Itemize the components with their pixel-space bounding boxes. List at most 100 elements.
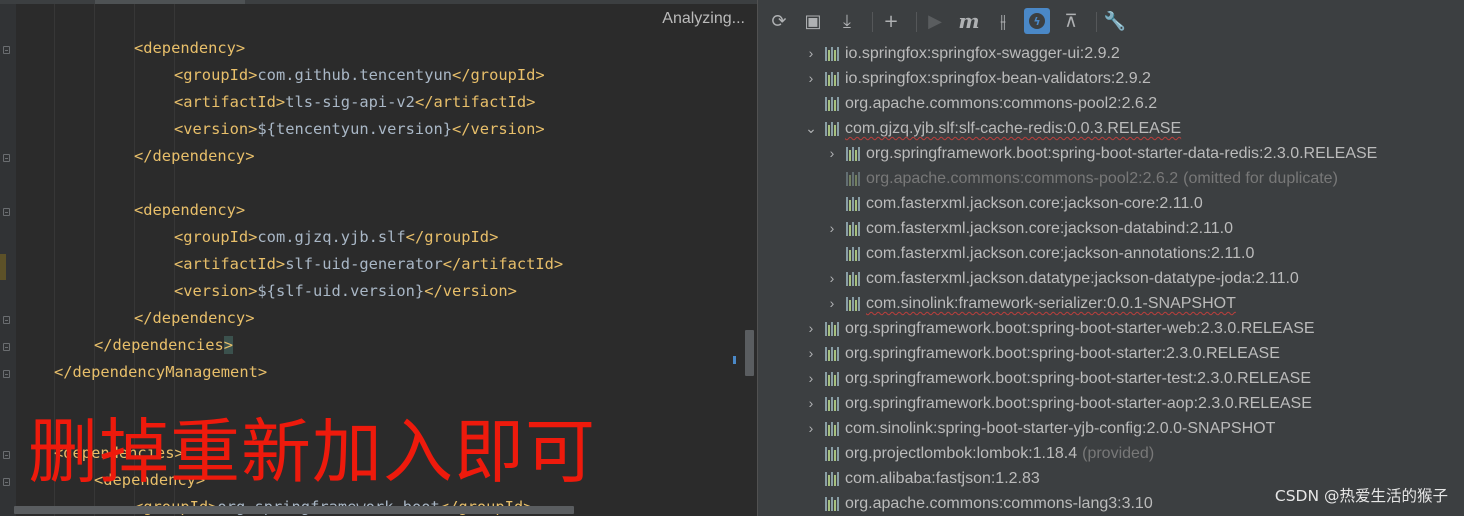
dependency-label: org.apache.commons:commons-pool2:2.6.2 bbox=[845, 95, 1158, 112]
editor-gutter[interactable] bbox=[0, 4, 16, 516]
csdn-watermark: CSDN @热爱生活的猴子 bbox=[1274, 487, 1448, 505]
dependency-label: com.sinolink:spring-boot-starter-yjb-con… bbox=[845, 420, 1276, 437]
tree-row[interactable]: › com.fasterxml.jackson.datatype:jackson-… bbox=[824, 266, 1299, 291]
tree-row[interactable]: › io.springfox:springfox-bean-validators:… bbox=[803, 66, 1151, 91]
tree-row[interactable]: ›com.fasterxml.jackson.core:jackson-anno… bbox=[824, 241, 1254, 266]
dependency-label: com.gjzq.yjb.slf:slf-cache-redis:0.0.3.R… bbox=[845, 120, 1182, 137]
tree-row[interactable]: › org.springframework.boot:spring-boot-st… bbox=[803, 391, 1312, 416]
library-icon bbox=[825, 496, 839, 511]
chevron-right-icon[interactable]: › bbox=[803, 316, 819, 341]
toggle-offline-icon[interactable]: ⫲ bbox=[990, 8, 1016, 34]
xml-tag: </dependencyManagement> bbox=[54, 363, 268, 381]
xml-tag: </groupId> bbox=[405, 228, 499, 246]
chevron-right-icon[interactable]: › bbox=[803, 41, 819, 66]
skip-tests-glyph: ϟ bbox=[1029, 13, 1045, 29]
chevron-right-icon[interactable]: › bbox=[824, 266, 840, 291]
library-icon bbox=[846, 271, 860, 286]
tree-row[interactable]: ›org.apache.commons:commons-lang3:3.10 bbox=[803, 491, 1153, 516]
tree-row[interactable]: ›org.apache.commons:commons-pool2:2.6.2(… bbox=[824, 166, 1338, 191]
code-line[interactable]: <artifactId>slf-uid-generator</artifactI… bbox=[174, 251, 563, 278]
tree-row[interactable]: › org.springframework.boot:spring-boot-st… bbox=[803, 316, 1315, 341]
code-line[interactable]: </dependencies> bbox=[94, 332, 234, 359]
chevron-right-icon[interactable]: › bbox=[803, 66, 819, 91]
fold-icon[interactable] bbox=[3, 478, 10, 486]
xml-tag: </dependency> bbox=[134, 147, 255, 165]
code-line[interactable]: </dependencyManagement> bbox=[54, 359, 267, 386]
chevron-right-icon[interactable]: › bbox=[824, 141, 840, 166]
skip-tests-icon[interactable]: ϟ bbox=[1024, 8, 1050, 34]
tree-row[interactable]: › com.fasterxml.jackson.core:jackson-data… bbox=[824, 216, 1233, 241]
xml-text: tls-sig-api-v2 bbox=[285, 93, 415, 111]
generate-sources-icon[interactable]: ▣ bbox=[800, 8, 826, 34]
code-line[interactable]: <groupId>com.github.tencentyun</groupId> bbox=[174, 62, 545, 89]
fold-icon[interactable] bbox=[3, 370, 10, 378]
code-line[interactable]: </dependency> bbox=[134, 143, 254, 170]
add-icon[interactable]: + bbox=[878, 8, 904, 34]
library-icon bbox=[825, 471, 839, 486]
code-line[interactable]: <version>${slf-uid.version}</version> bbox=[174, 278, 517, 305]
library-icon bbox=[846, 146, 860, 161]
active-tab[interactable] bbox=[95, 0, 245, 4]
dependency-scope-note: (omitted for duplicate) bbox=[1183, 170, 1338, 187]
run-icon[interactable]: ▶ bbox=[922, 8, 948, 34]
xml-tag: </version> bbox=[452, 120, 545, 138]
library-icon bbox=[825, 71, 839, 86]
library-icon bbox=[825, 46, 839, 61]
settings-wrench-icon[interactable]: 🔧 bbox=[1102, 8, 1128, 34]
tree-row[interactable]: › com.sinolink:framework-serializer:0.0.1… bbox=[824, 291, 1236, 316]
tree-row[interactable]: › com.sinolink:spring-boot-starter-yjb-co… bbox=[803, 416, 1276, 441]
chevron-down-icon[interactable]: ⌄ bbox=[803, 116, 819, 141]
xml-tag: </version> bbox=[424, 282, 517, 300]
code-editor[interactable]: <dependency> <groupId>com.github.tencenty… bbox=[0, 0, 757, 516]
library-icon bbox=[825, 446, 839, 461]
chevron-right-icon[interactable]: › bbox=[824, 291, 840, 316]
xml-text: ${tencentyun.version} bbox=[257, 120, 452, 138]
code-line[interactable]: <groupId>com.gjzq.yjb.slf</groupId> bbox=[174, 224, 498, 251]
collapse-all-icon[interactable]: ⊼ bbox=[1058, 8, 1084, 34]
tree-row[interactable]: ⌄ com.gjzq.yjb.slf:slf-cache-redis:0.0.3.… bbox=[803, 116, 1181, 141]
tree-row[interactable]: › org.springframework.boot:spring-boot-st… bbox=[824, 141, 1378, 166]
xml-tag: <dependency> bbox=[134, 39, 246, 57]
fold-icon[interactable] bbox=[3, 154, 10, 162]
download-icon[interactable]: ⤓ bbox=[834, 8, 860, 34]
dependency-label: org.springframework.boot:spring-boot-sta… bbox=[845, 395, 1312, 412]
code-line[interactable]: <version>${tencentyun.version}</version> bbox=[174, 116, 545, 143]
tree-row[interactable]: › org.springframework.boot:spring-boot-st… bbox=[803, 341, 1280, 366]
fold-icon[interactable] bbox=[3, 451, 10, 459]
chevron-right-icon[interactable]: › bbox=[803, 366, 819, 391]
xml-text: slf-uid-generator bbox=[285, 255, 443, 273]
dependency-label: io.springfox:springfox-bean-validators:2… bbox=[845, 70, 1151, 87]
vertical-scrollbar[interactable] bbox=[745, 330, 754, 376]
tree-row[interactable]: ›com.alibaba:fastjson:1.2.83 bbox=[803, 466, 1040, 491]
xml-tag: > bbox=[223, 336, 234, 354]
scroll-marker bbox=[733, 356, 736, 364]
library-icon bbox=[846, 221, 860, 236]
xml-tag: <version> bbox=[174, 120, 258, 138]
tree-row[interactable]: › org.springframework.boot:spring-boot-st… bbox=[803, 366, 1311, 391]
fold-icon[interactable] bbox=[3, 46, 10, 54]
dependency-scope-note: (provided) bbox=[1082, 445, 1155, 462]
fold-icon[interactable] bbox=[3, 343, 10, 351]
code-line[interactable]: <dependency> bbox=[134, 35, 245, 62]
xml-text: ${slf-uid.version} bbox=[257, 282, 425, 300]
tree-row[interactable]: ›com.fasterxml.jackson.core:jackson-core… bbox=[824, 191, 1203, 216]
chevron-right-icon[interactable]: › bbox=[803, 341, 819, 366]
gutter-highlight bbox=[0, 254, 6, 280]
fold-icon[interactable] bbox=[3, 208, 10, 216]
reload-icon[interactable]: ⟳ bbox=[766, 8, 792, 34]
xml-tag: </dependencies bbox=[94, 336, 224, 354]
tree-row[interactable]: ›org.apache.commons:commons-pool2:2.6.2 bbox=[803, 91, 1157, 116]
fold-icon[interactable] bbox=[3, 316, 10, 324]
tree-row[interactable]: › io.springfox:springfox-swagger-ui:2.9.2 bbox=[803, 41, 1120, 66]
tree-row[interactable]: ›org.projectlombok:lombok:1.18.4(provide… bbox=[803, 441, 1154, 466]
execute-goal-icon[interactable]: m bbox=[956, 8, 982, 34]
chevron-right-icon[interactable]: › bbox=[824, 216, 840, 241]
chevron-right-icon[interactable]: › bbox=[803, 416, 819, 441]
chevron-right-icon[interactable]: › bbox=[803, 391, 819, 416]
code-line[interactable]: </dependency> bbox=[134, 305, 254, 332]
code-line[interactable]: <artifactId>tls-sig-api-v2</artifactId> bbox=[174, 89, 535, 116]
code-line[interactable]: <dependency> bbox=[134, 197, 245, 224]
horizontal-scrollbar[interactable] bbox=[14, 506, 574, 514]
xml-tag: </artifactId> bbox=[414, 93, 536, 111]
maven-tool-window[interactable]: ⟳ ▣ ⤓ + ▶ m ⫲ ϟ ⊼ 🔧 › io.springfox:springfox-swagg… bbox=[758, 0, 1464, 516]
